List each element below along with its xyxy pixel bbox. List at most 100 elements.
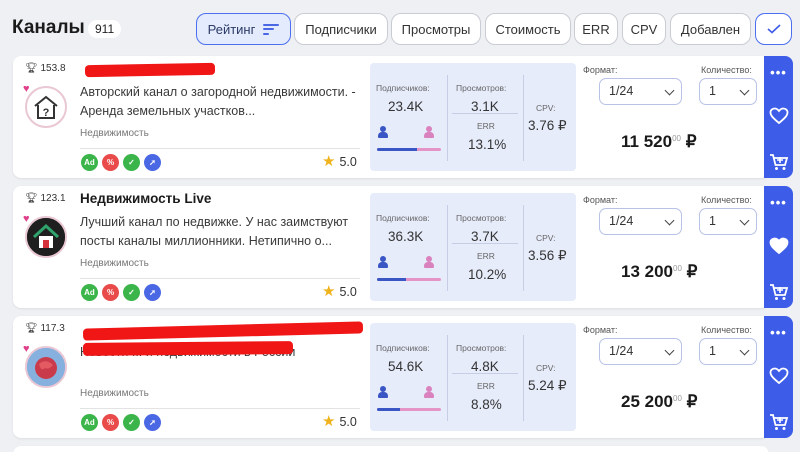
channel-card[interactable]: 🏆︎ 153.8 ? ♥ Авторский канал о загородно… [13,56,793,178]
channel-score: ★ 5.0 [322,283,357,300]
views-value: 3.1K [471,99,499,114]
chevron-down-icon [664,215,675,226]
discount-icon[interactable]: % [102,284,119,301]
heart-filled-icon[interactable] [764,236,793,256]
quantity-select[interactable]: 1 [699,208,757,235]
divider [452,113,518,114]
score-value: 5.0 [339,415,357,429]
format-label: Формат: [583,65,618,75]
more-options-icon[interactable]: ••• [764,194,793,210]
quantity-select[interactable]: 1 [699,338,757,365]
male-share-fill [377,408,401,411]
price-cents: 00 [673,394,682,403]
channel-count-badge: 911 [88,20,122,38]
chevron-down-icon [664,345,675,356]
card-actions: ••• [764,56,793,178]
gender-ratio-bar [377,408,441,411]
add-to-cart-icon[interactable] [764,282,793,302]
ad-icon[interactable]: Ad [81,414,98,431]
chevron-down-icon [739,85,750,96]
divider [523,335,524,421]
views-label: Просмотров: [456,343,507,353]
sort-button-subscribers[interactable]: Подписчики [294,13,388,45]
verified-icon[interactable]: ✓ [123,414,140,431]
rating-value: 117.3 [40,323,65,334]
score-value: 5.0 [339,155,357,169]
female-icon [424,126,434,138]
err-label: ERR [477,251,495,261]
heart-icon[interactable] [764,366,793,386]
sort-button-cost[interactable]: Стоимость [485,13,571,45]
channel-card[interactable]: 🏆︎ 117.3 ♥ Новости ... и недвижимости в … [13,316,793,438]
format-value: 1/24 [609,344,634,358]
rating-badge: 🏆︎ 123.1 [25,193,66,204]
sort-button-err[interactable]: ERR [574,13,618,45]
price-main: 13 200 [621,262,673,281]
heart-icon[interactable] [764,106,793,126]
favorite-marker-icon: ♥ [23,213,30,225]
channel-name[interactable]: Недвижимость Live [80,191,211,206]
cpv-value: 3.56 ₽ [528,248,567,263]
views-label: Просмотров: [456,83,507,93]
currency: ₽ [686,392,698,411]
subscribers-value: 36.3K [388,229,424,244]
channel-description: Авторский канал о загородной недвижимост… [80,85,356,118]
quantity-value: 1 [709,344,716,358]
sort-button-added[interactable]: Добавлен [670,13,751,45]
channel-card-partial[interactable] [13,446,769,452]
sort-button-cpv[interactable]: CPV [622,13,666,45]
price-cents: 00 [672,134,681,143]
channel-card[interactable]: 🏆︎ 123.1 ♥ Недвижимость Live Лучший кана… [13,186,793,308]
gender-ratio-bar [377,148,441,151]
card-actions: ••• [764,186,793,308]
format-label: Формат: [583,195,618,205]
star-icon: ★ [322,153,336,170]
more-options-icon[interactable]: ••• [764,64,793,80]
channel-category: Недвижимость [80,128,149,139]
chevron-down-icon [739,215,750,226]
rating-badge: 🏆︎ 153.8 [25,63,66,74]
rating-badge: 🏆︎ 117.3 [25,323,65,334]
male-icon [378,256,388,268]
page-title: Каналы [12,17,85,38]
channel-score: ★ 5.0 [322,153,357,170]
format-select[interactable]: 1/24 [599,208,682,235]
select-all-button[interactable] [755,13,792,45]
sort-order-icon [263,23,280,35]
rocket-icon[interactable]: ➚ [144,154,161,171]
channel-tags: Ad % ✓ ➚ [81,154,161,171]
channel-tags: Ad % ✓ ➚ [81,414,161,431]
sort-button-views[interactable]: Просмотры [391,13,481,45]
favorite-marker-icon: ♥ [23,83,30,95]
quantity-label: Количество: [701,325,752,335]
format-value: 1/24 [609,214,634,228]
divider [452,243,518,244]
verified-icon[interactable]: ✓ [123,284,140,301]
quantity-select[interactable]: 1 [699,78,757,105]
discount-icon[interactable]: % [102,154,119,171]
male-icon [378,386,388,398]
quantity-label: Количество: [701,195,752,205]
divider [452,373,518,374]
sort-button-rating[interactable]: Рейтинг [196,13,291,45]
quantity-label: Количество: [701,65,752,75]
more-options-icon[interactable]: ••• [764,324,793,340]
ad-icon[interactable]: Ad [81,284,98,301]
err-label: ERR [477,381,495,391]
format-value: 1/24 [609,84,634,98]
price-main: 11 520 [621,132,673,151]
cpv-value: 5.24 ₽ [528,378,567,393]
rocket-icon[interactable]: ➚ [144,414,161,431]
format-select[interactable]: 1/24 [599,78,682,105]
add-to-cart-icon[interactable] [764,412,793,432]
redaction-mark [82,321,364,341]
divider [447,335,448,421]
add-to-cart-icon[interactable] [764,152,793,172]
rocket-icon[interactable]: ➚ [144,284,161,301]
ad-icon[interactable]: Ad [81,154,98,171]
star-icon: ★ [322,283,336,300]
discount-icon[interactable]: % [102,414,119,431]
format-select[interactable]: 1/24 [599,338,682,365]
score-value: 5.0 [339,285,357,299]
verified-icon[interactable]: ✓ [123,154,140,171]
